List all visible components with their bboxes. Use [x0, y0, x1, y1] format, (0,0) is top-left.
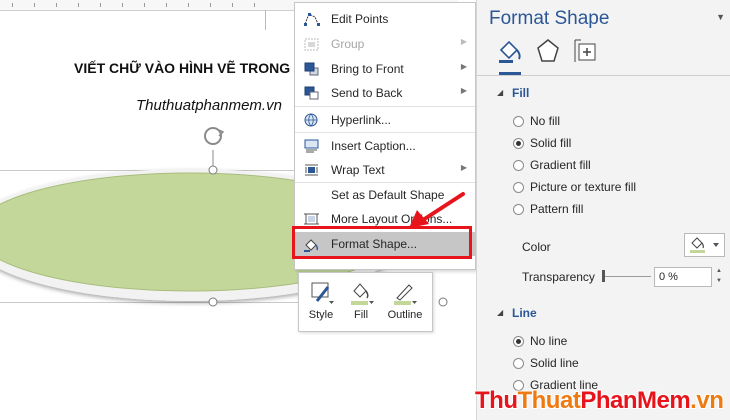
fill-line-icon	[499, 40, 521, 63]
radio-pattern-fill[interactable]	[513, 204, 524, 215]
label-no-line[interactable]: No line	[530, 334, 567, 348]
fill-section-header[interactable]: Fill	[512, 86, 529, 100]
edit-points-icon	[304, 13, 320, 26]
outline-pen-icon	[394, 284, 417, 305]
watermark-logo: ThuThuatPhanMem.vn	[475, 387, 724, 414]
wrap-text-icon	[305, 164, 318, 176]
resize-handle-bottom-right	[438, 297, 448, 307]
send-to-back-icon	[304, 86, 319, 100]
menu-item-wrap-text[interactable]: Wrap Text ▶	[295, 158, 475, 182]
document-heading: VIẾT CHỮ VÀO HÌNH VẼ TRONG	[74, 60, 291, 76]
style-button[interactable]: Style	[302, 277, 340, 327]
line-section-header[interactable]: Line	[512, 306, 537, 320]
document-site-text: Thuthuatphanmem.vn	[136, 97, 282, 114]
menu-item-insert-caption[interactable]: Insert Caption...	[295, 134, 475, 158]
label-no-fill[interactable]: No fill	[530, 114, 560, 128]
label-solid-fill[interactable]: Solid fill	[530, 136, 571, 150]
fill-collapse-icon[interactable]: ◢	[497, 88, 503, 97]
panel-title: Format Shape	[489, 8, 610, 29]
rotate-handle-icon[interactable]	[204, 127, 225, 145]
menu-item-send-to-back[interactable]: Send to Back ▶	[295, 81, 475, 105]
effects-icon	[537, 39, 559, 62]
chevron-right-icon: ▶	[460, 86, 467, 95]
spin-up-icon[interactable]: ▲	[714, 267, 724, 276]
red-arrow-icon	[409, 192, 465, 228]
spin-down-icon[interactable]: ▼	[714, 277, 724, 286]
radio-no-line[interactable]	[513, 336, 524, 347]
radio-solid-line[interactable]	[513, 358, 524, 369]
menu-item-group[interactable]: Group ▶	[295, 32, 475, 56]
layout-options-icon	[304, 213, 319, 225]
transparency-slider-thumb[interactable]	[602, 270, 605, 282]
transparency-input[interactable]: 0 %	[654, 267, 712, 287]
chevron-right-icon: ▶	[460, 37, 467, 46]
panel-options-icon[interactable]: ▼	[716, 12, 725, 22]
label-picture-fill[interactable]: Picture or texture fill	[530, 180, 636, 194]
line-collapse-icon[interactable]: ◢	[497, 308, 503, 317]
menu-item-edit-points[interactable]: Edit Points	[295, 7, 475, 31]
chevron-right-icon: ▶	[460, 163, 467, 172]
resize-handle-top	[208, 165, 218, 175]
radio-no-fill[interactable]	[513, 116, 524, 127]
shape-style-icon	[311, 282, 334, 304]
bring-to-front-icon	[304, 62, 319, 76]
fill-color-icon	[690, 237, 719, 253]
menu-item-bring-to-front[interactable]: Bring to Front ▶	[295, 57, 475, 81]
chevron-right-icon: ▶	[460, 62, 467, 71]
size-properties-icon	[574, 39, 596, 62]
format-shape-icon	[304, 239, 319, 252]
panel-tabs	[477, 30, 730, 76]
fill-button[interactable]: Fill	[342, 277, 380, 327]
tab-size-properties[interactable]	[571, 36, 601, 66]
margin-marker	[265, 10, 266, 30]
tab-effects[interactable]	[533, 36, 563, 66]
color-label: Color	[522, 240, 551, 254]
mini-toolbar: Style Fill Outline	[298, 272, 433, 332]
insert-caption-icon	[304, 139, 319, 153]
radio-solid-fill[interactable]	[513, 138, 524, 149]
label-pattern-fill[interactable]: Pattern fill	[530, 202, 583, 216]
transparency-slider[interactable]	[603, 276, 651, 277]
transparency-label: Transparency	[522, 270, 595, 284]
menu-item-format-shape[interactable]: Format Shape...	[295, 232, 475, 256]
hyperlink-icon	[304, 113, 318, 127]
label-solid-line[interactable]: Solid line	[530, 356, 579, 370]
group-icon	[304, 38, 319, 51]
label-gradient-fill[interactable]: Gradient fill	[530, 158, 591, 172]
resize-handle-bottom	[208, 297, 218, 307]
tab-fill-line[interactable]	[495, 36, 525, 75]
fill-bucket-icon	[351, 283, 374, 305]
radio-gradient-fill[interactable]	[513, 160, 524, 171]
menu-item-hyperlink[interactable]: Hyperlink...	[295, 108, 475, 132]
outline-button[interactable]: Outline	[382, 277, 428, 327]
radio-picture-fill[interactable]	[513, 182, 524, 193]
format-shape-panel: Format Shape ▼ ◢ Fill No fill Solid fill…	[476, 0, 730, 420]
color-picker-button[interactable]	[684, 233, 725, 257]
